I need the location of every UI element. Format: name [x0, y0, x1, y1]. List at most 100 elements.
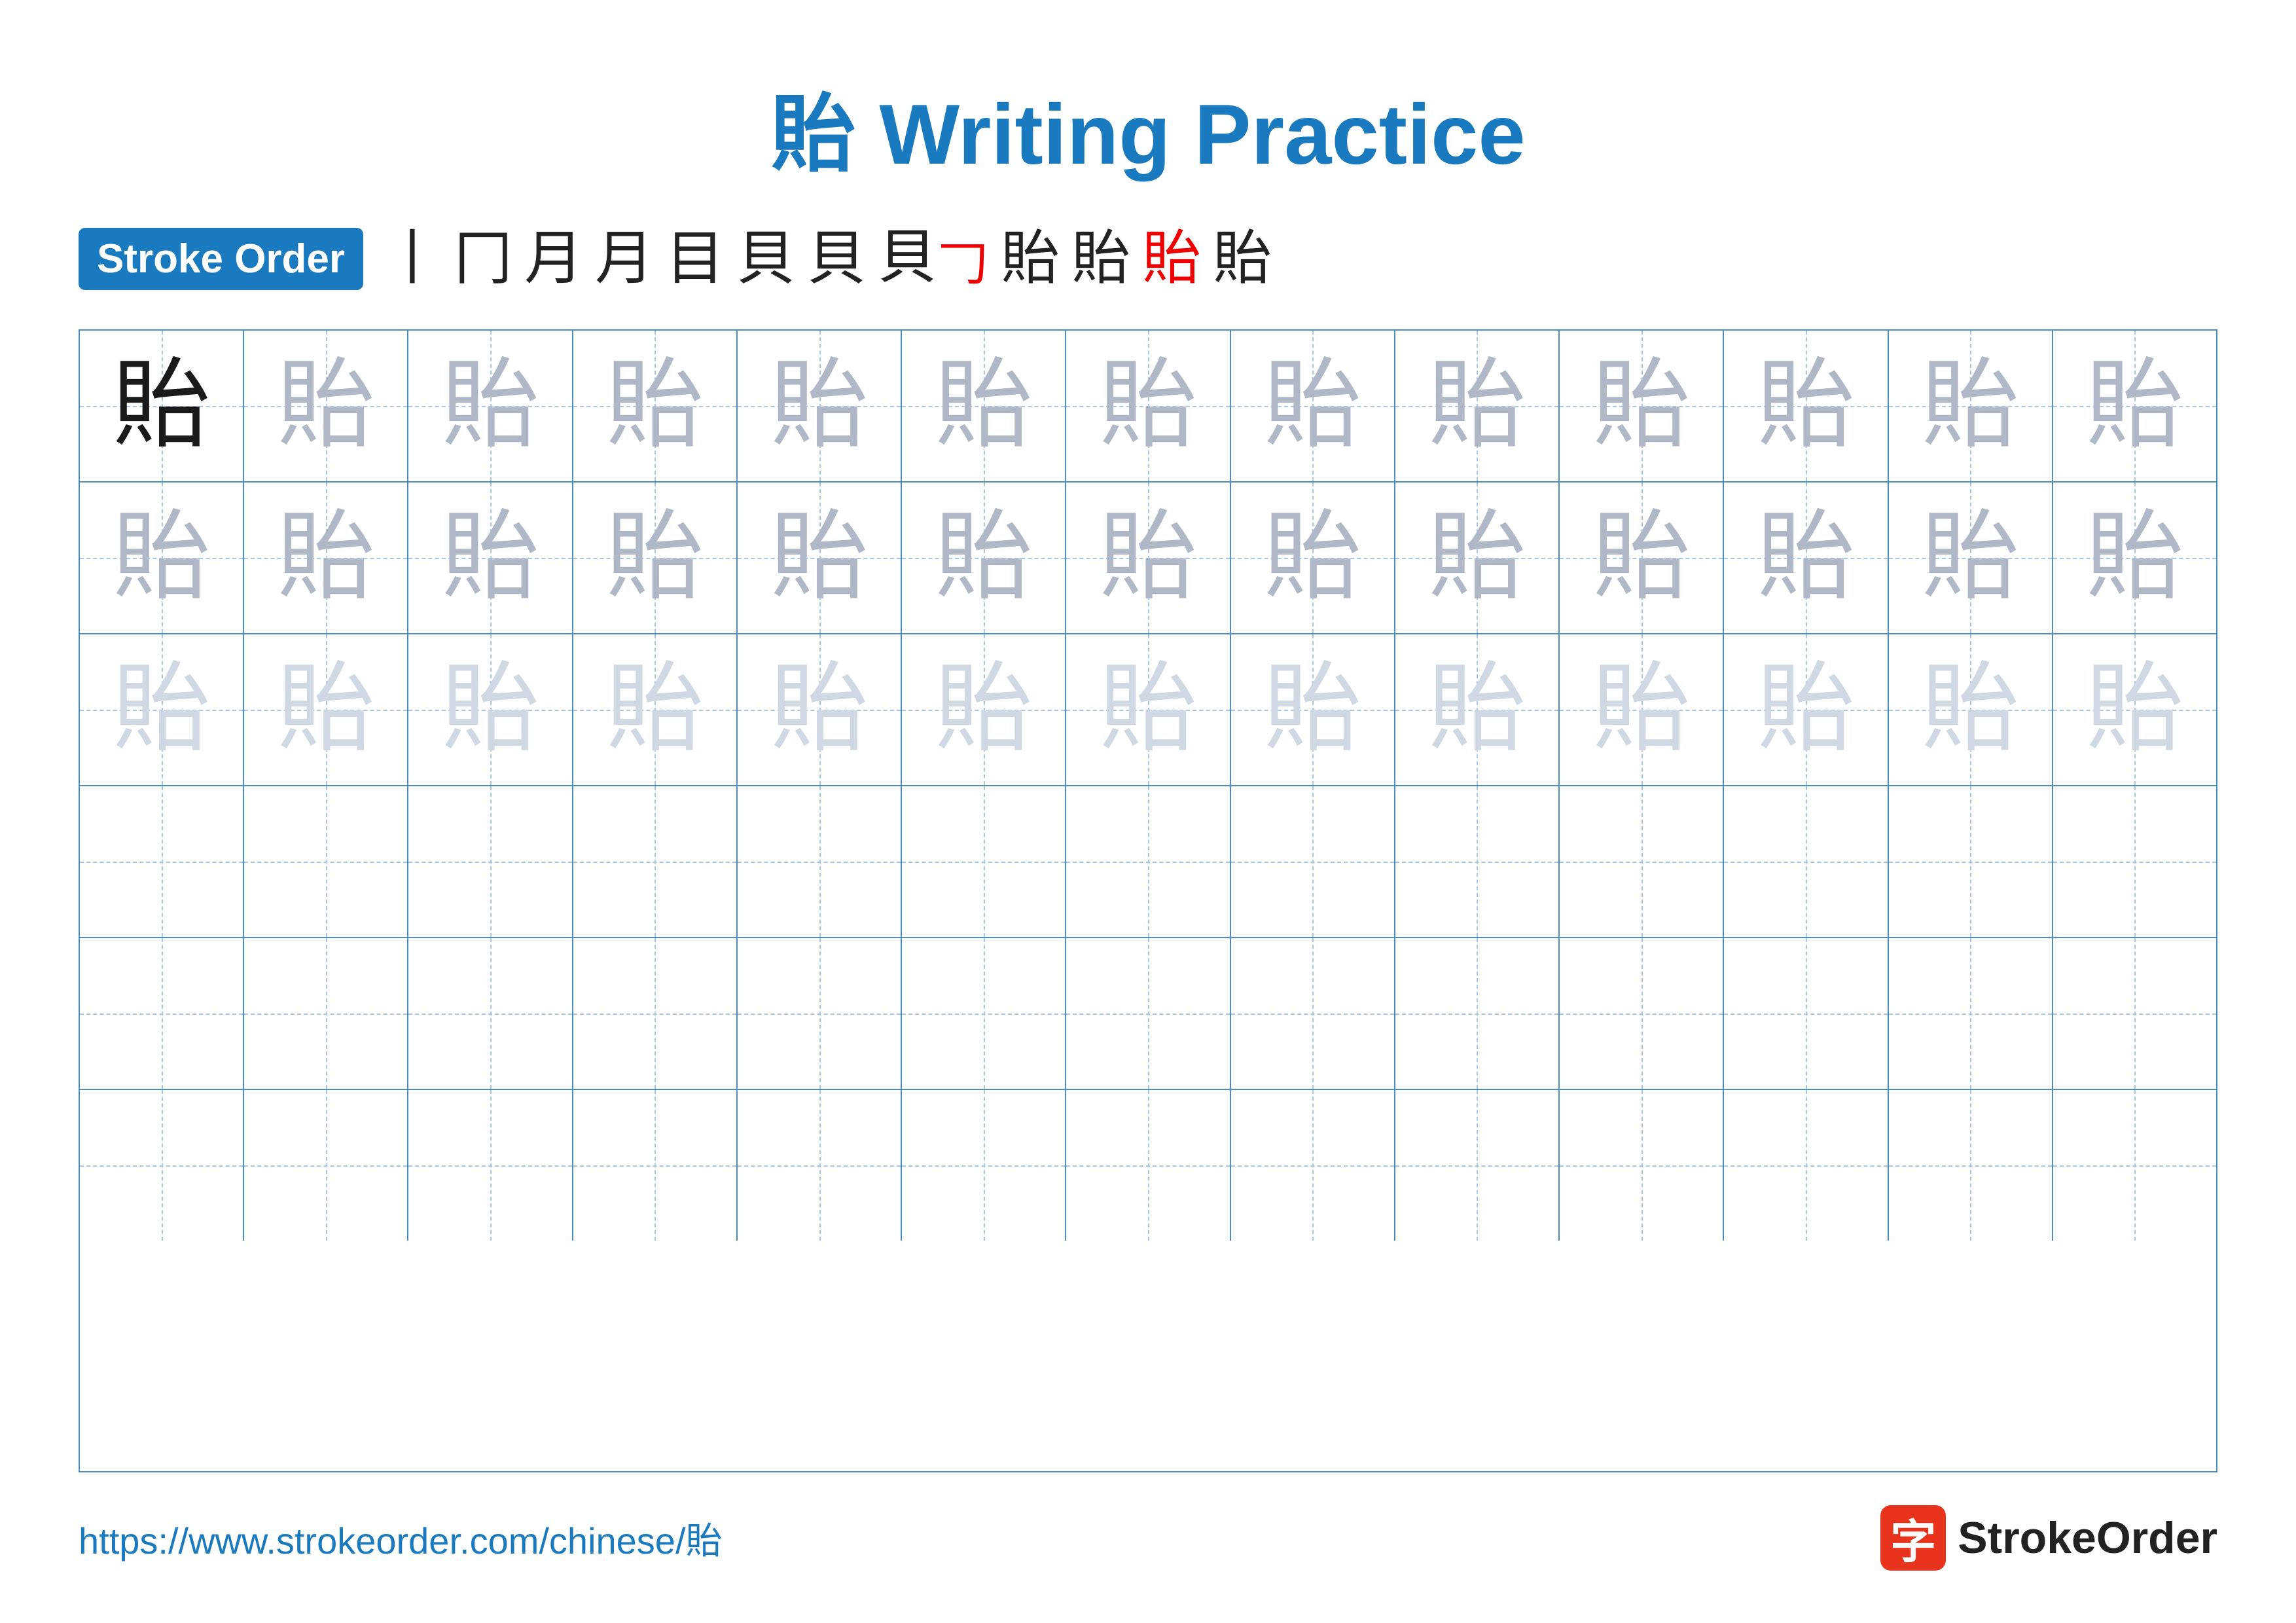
char-1-4: 貽	[605, 357, 704, 455]
stroke-5: 目	[666, 230, 725, 289]
cell-4-13[interactable]	[2053, 786, 2216, 937]
cell-4-9[interactable]	[1395, 786, 1560, 937]
page: 貽 Writing Practice Stroke Order 丨 冂 月 月 …	[0, 0, 2296, 1623]
stroke-11: 貽	[1142, 230, 1201, 289]
cell-1-5: 貽	[738, 331, 902, 481]
cell-1-2: 貽	[244, 331, 408, 481]
grid-row-1: 貽 貽 貽 貽 貽 貽 貽 貽 貽 貽 貽 貽 貽	[80, 331, 2216, 483]
stroke-12: 貽	[1213, 230, 1272, 289]
cell-4-2[interactable]	[244, 786, 408, 937]
char-2-4: 貽	[605, 509, 704, 607]
cell-2-6: 貽	[902, 483, 1066, 633]
char-1-5: 貽	[770, 357, 869, 455]
cell-3-7: 貽	[1066, 634, 1230, 785]
cell-3-9: 貽	[1395, 634, 1560, 785]
cell-5-7[interactable]	[1066, 938, 1230, 1089]
cell-6-9[interactable]	[1395, 1090, 1560, 1241]
cell-4-7[interactable]	[1066, 786, 1230, 937]
cell-5-13[interactable]	[2053, 938, 2216, 1089]
cell-4-5[interactable]	[738, 786, 902, 937]
char-3-7: 貽	[1099, 661, 1197, 759]
logo-text: StrokeOrder	[1958, 1512, 2217, 1563]
stroke-chars: 丨 冂 月 月 目 貝 貝 貝𠃌 貽 貽 貽 貽	[383, 228, 1272, 289]
cell-5-6[interactable]	[902, 938, 1066, 1089]
cell-6-3[interactable]	[408, 1090, 573, 1241]
char-3-5: 貽	[770, 661, 869, 759]
char-1-13: 貽	[2085, 357, 2183, 455]
char-2-2: 貽	[277, 509, 375, 607]
cell-6-1[interactable]	[80, 1090, 244, 1241]
cell-6-8[interactable]	[1231, 1090, 1395, 1241]
cell-6-6[interactable]	[902, 1090, 1066, 1241]
cell-5-11[interactable]	[1724, 938, 1888, 1089]
cell-5-12[interactable]	[1889, 938, 2053, 1089]
cell-4-11[interactable]	[1724, 786, 1888, 937]
footer: https://www.strokeorder.com/chinese/貽 字 …	[79, 1505, 2217, 1571]
cell-2-12: 貽	[1889, 483, 2053, 633]
cell-5-5[interactable]	[738, 938, 902, 1089]
cell-5-9[interactable]	[1395, 938, 1560, 1089]
cell-6-2[interactable]	[244, 1090, 408, 1241]
cell-6-11[interactable]	[1724, 1090, 1888, 1241]
cell-1-11: 貽	[1724, 331, 1888, 481]
cell-4-8[interactable]	[1231, 786, 1395, 937]
practice-grid: 貽 貽 貽 貽 貽 貽 貽 貽 貽 貽 貽 貽 貽 貽 貽 貽 貽 貽 貽 貽 …	[79, 329, 2217, 1472]
cell-4-12[interactable]	[1889, 786, 2053, 937]
cell-4-4[interactable]	[573, 786, 738, 937]
footer-url: https://www.strokeorder.com/chinese/貽	[79, 1512, 723, 1565]
cell-6-4[interactable]	[573, 1090, 738, 1241]
cell-2-4: 貽	[573, 483, 738, 633]
char-1-11: 貽	[1757, 357, 1855, 455]
cell-6-5[interactable]	[738, 1090, 902, 1241]
cell-6-7[interactable]	[1066, 1090, 1230, 1241]
cell-3-13: 貽	[2053, 634, 2216, 785]
cell-3-2: 貽	[244, 634, 408, 785]
cell-5-8[interactable]	[1231, 938, 1395, 1089]
cell-3-5: 貽	[738, 634, 902, 785]
grid-row-2: 貽 貽 貽 貽 貽 貽 貽 貽 貽 貽 貽 貽 貽	[80, 483, 2216, 634]
cell-5-4[interactable]	[573, 938, 738, 1089]
page-title: 貽 Writing Practice	[770, 65, 1525, 189]
cell-6-13[interactable]	[2053, 1090, 2216, 1241]
char-3-4: 貽	[605, 661, 704, 759]
cell-4-1[interactable]	[80, 786, 244, 937]
cell-2-13: 貽	[2053, 483, 2216, 633]
stroke-8: 貝𠃌	[878, 228, 989, 289]
cell-2-9: 貽	[1395, 483, 1560, 633]
char-2-1: 貽	[113, 509, 211, 607]
grid-row-4	[80, 786, 2216, 938]
cell-5-1[interactable]	[80, 938, 244, 1089]
cell-1-1: 貽	[80, 331, 244, 481]
cell-1-7: 貽	[1066, 331, 1230, 481]
char-1-7: 貽	[1099, 357, 1197, 455]
cell-5-10[interactable]	[1560, 938, 1724, 1089]
cell-3-4: 貽	[573, 634, 738, 785]
grid-row-3: 貽 貽 貽 貽 貽 貽 貽 貽 貽 貽 貽 貽 貽	[80, 634, 2216, 786]
cell-2-1: 貽	[80, 483, 244, 633]
char-3-1: 貽	[113, 661, 211, 759]
cell-2-2: 貽	[244, 483, 408, 633]
cell-2-11: 貽	[1724, 483, 1888, 633]
cell-5-3[interactable]	[408, 938, 573, 1089]
char-2-10: 貽	[1592, 509, 1691, 607]
stroke-order-row: Stroke Order 丨 冂 月 月 目 貝 貝 貝𠃌 貽 貽 貽 貽	[79, 228, 2217, 290]
cell-1-8: 貽	[1231, 331, 1395, 481]
stroke-10: 貽	[1071, 230, 1130, 289]
cell-4-3[interactable]	[408, 786, 573, 937]
stroke-order-badge: Stroke Order	[79, 228, 363, 290]
cell-3-1: 貽	[80, 634, 244, 785]
cell-4-10[interactable]	[1560, 786, 1724, 937]
char-2-9: 貽	[1427, 509, 1526, 607]
cell-1-10: 貽	[1560, 331, 1724, 481]
cell-2-8: 貽	[1231, 483, 1395, 633]
char-2-11: 貽	[1757, 509, 1855, 607]
cell-6-10[interactable]	[1560, 1090, 1724, 1241]
cell-3-11: 貽	[1724, 634, 1888, 785]
cell-5-2[interactable]	[244, 938, 408, 1089]
char-3-9: 貽	[1427, 661, 1526, 759]
cell-2-5: 貽	[738, 483, 902, 633]
char-1-2: 貽	[277, 357, 375, 455]
footer-logo: 字 StrokeOrder	[1880, 1505, 2217, 1571]
cell-4-6[interactable]	[902, 786, 1066, 937]
cell-6-12[interactable]	[1889, 1090, 2053, 1241]
